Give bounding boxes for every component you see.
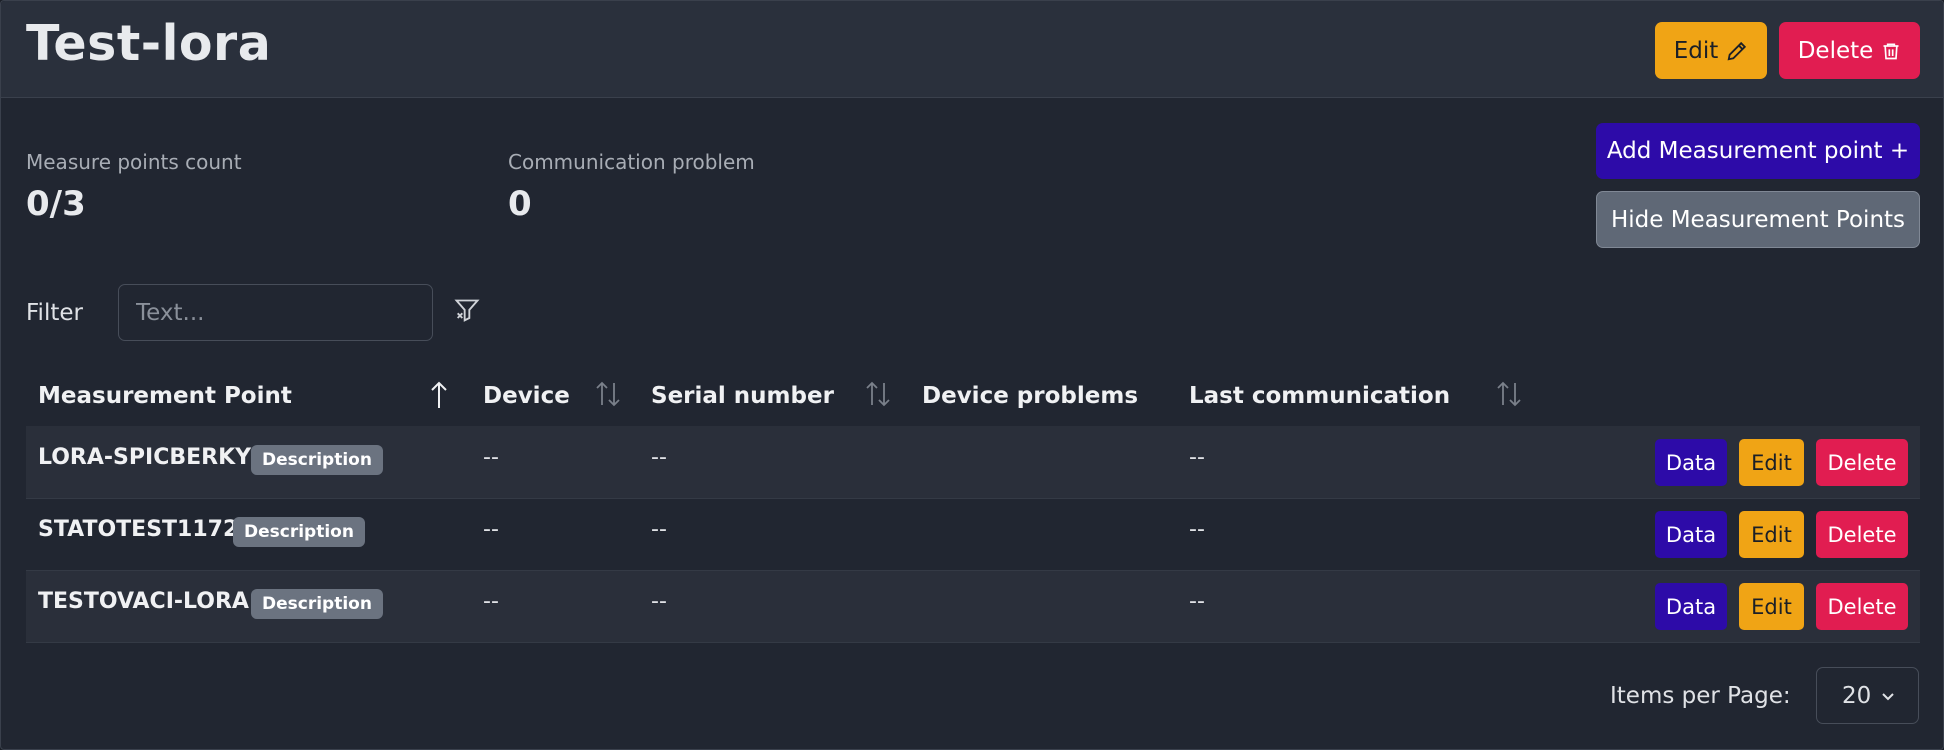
edit-button-label: Edit [1673, 37, 1719, 64]
filter-label: Filter [26, 300, 83, 326]
sort-icon[interactable] [1496, 379, 1522, 409]
serial-number-cell: -- [651, 445, 667, 470]
hide-measurement-points-button[interactable]: Hide Measurement Points [1596, 191, 1920, 248]
group-detail-card: Test-lora Edit Delete Measure points cou… [0, 0, 1944, 750]
filter-input[interactable] [118, 284, 433, 341]
edit-button[interactable]: Edit [1655, 22, 1767, 79]
column-header-device-problems: Device problems [922, 383, 1139, 409]
card-header: Test-lora Edit Delete [1, 1, 1943, 98]
measurement-point-name: LORA-SPICBERKY [38, 445, 252, 470]
last-communication-cell: -- [1189, 589, 1205, 614]
row-edit-button[interactable]: Edit [1739, 439, 1804, 486]
add-measurement-point-label: Add Measurement point + [1606, 138, 1910, 164]
communication-problem-value: 0 [508, 184, 532, 224]
column-header-last-communication[interactable]: Last communication [1189, 383, 1450, 409]
column-header-serial-number[interactable]: Serial number [651, 383, 834, 409]
hide-measurement-points-label: Hide Measurement Points [1610, 206, 1906, 233]
measurement-point-name: STATOTEST1172 [38, 517, 239, 542]
description-badge[interactable]: Description [251, 589, 383, 619]
row-edit-button[interactable]: Edit [1739, 511, 1804, 558]
description-badge[interactable]: Description [233, 517, 365, 547]
row-delete-button[interactable]: Delete [1816, 583, 1908, 630]
serial-number-cell: -- [651, 589, 667, 614]
last-communication-cell: -- [1189, 445, 1205, 470]
sort-icon[interactable] [865, 379, 891, 409]
data-button[interactable]: Data [1655, 511, 1727, 558]
column-header-measurement-point[interactable]: Measurement Point [38, 383, 292, 409]
device-cell: -- [483, 589, 499, 614]
device-cell: -- [483, 445, 499, 470]
chevron-down-icon [1882, 693, 1894, 701]
clear-filter-icon[interactable] [453, 297, 481, 325]
serial-number-cell: -- [651, 517, 667, 542]
row-divider [26, 642, 1920, 643]
page-title: Test-lora [26, 15, 272, 72]
measure-points-count-value: 0/3 [26, 184, 86, 224]
delete-button-label: Delete [1797, 37, 1874, 64]
items-per-page-select[interactable]: 20 [1816, 667, 1919, 724]
last-communication-cell: -- [1189, 517, 1205, 542]
sort-ascending-icon[interactable] [428, 379, 450, 411]
add-measurement-point-button[interactable]: Add Measurement point + [1596, 123, 1920, 179]
column-header-device[interactable]: Device [483, 383, 570, 409]
communication-problem-label: Communication problem [508, 150, 755, 174]
device-cell: -- [483, 517, 499, 542]
sort-icon[interactable] [595, 379, 621, 409]
pencil-icon [1727, 41, 1747, 60]
description-badge[interactable]: Description [251, 445, 383, 475]
data-button[interactable]: Data [1655, 583, 1727, 630]
measure-points-count-label: Measure points count [26, 150, 242, 174]
items-per-page-value: 20 [1842, 682, 1872, 709]
data-button[interactable]: Data [1655, 439, 1727, 486]
row-delete-button[interactable]: Delete [1816, 439, 1908, 486]
row-delete-button[interactable]: Delete [1816, 511, 1908, 558]
delete-button[interactable]: Delete [1779, 22, 1920, 79]
measurement-point-name: TESTOVACI-LORA [38, 589, 249, 614]
items-per-page-label: Items per Page: [1610, 683, 1791, 709]
trash-icon [1883, 43, 1899, 59]
row-edit-button[interactable]: Edit [1739, 583, 1804, 630]
